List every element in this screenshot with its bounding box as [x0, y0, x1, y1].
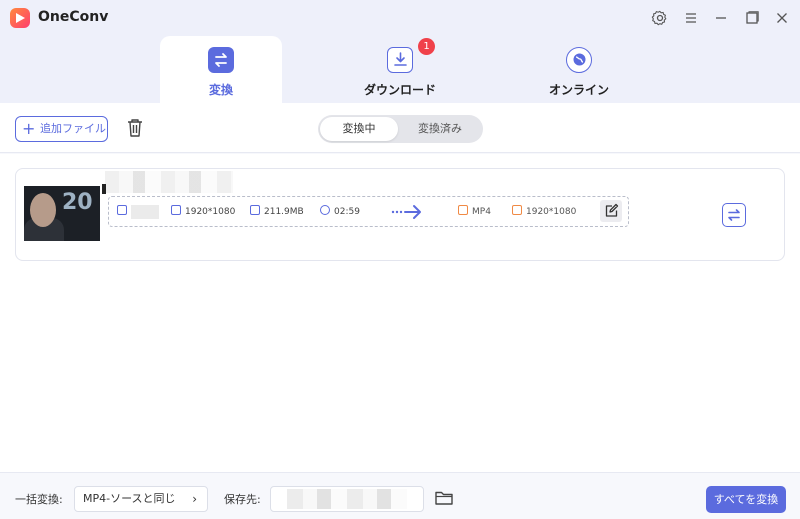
app-logo-icon — [10, 8, 30, 28]
app-title: OneConv — [38, 9, 109, 25]
download-badge: 1 — [418, 38, 435, 55]
thumbnail-text: 20 — [62, 190, 93, 215]
folder-icon[interactable] — [434, 489, 454, 507]
bulk-convert-label: 一括変換: — [15, 493, 63, 506]
monitor-icon — [512, 205, 522, 215]
tab-download-label: ダウンロード — [363, 83, 436, 97]
video-file-icon — [117, 205, 127, 215]
clock-icon — [320, 205, 330, 215]
source-format-blurred — [131, 205, 159, 219]
toolbar: + 追加ファイル 変換中 変換済み — [0, 103, 800, 153]
thumbnail-figure-head — [30, 193, 56, 227]
file-name-blurred — [105, 171, 233, 193]
title-bar: OneConv — [0, 0, 800, 36]
globe-icon — [566, 47, 592, 73]
file-item: 20 1920*1080 211.9MB 02:59 MP4 1920*1080 — [15, 168, 785, 261]
source-size: 211.9MB — [250, 205, 304, 219]
video-thumbnail[interactable]: 20 — [24, 186, 100, 241]
maximize-icon[interactable] — [742, 8, 762, 28]
convert-file-button[interactable] — [722, 203, 746, 227]
menu-icon[interactable] — [681, 8, 701, 28]
source-resolution: 1920*1080 — [171, 205, 235, 219]
source-duration: 02:59 — [320, 205, 360, 219]
trash-icon[interactable] — [124, 116, 146, 140]
output-format: MP4 — [458, 205, 491, 219]
tab-converting[interactable]: 変換中 — [320, 117, 398, 141]
video-file-icon — [458, 205, 468, 215]
edit-button[interactable] — [600, 200, 622, 222]
tab-download[interactable]: ダウンロード — [339, 36, 461, 103]
add-file-label: 追加ファイル — [40, 122, 106, 135]
convert-all-button[interactable]: すべてを変換 — [706, 486, 786, 513]
output-resolution-value: 1920*1080 — [526, 207, 577, 217]
settings-icon[interactable] — [650, 8, 670, 28]
save-location-label: 保存先: — [224, 493, 261, 506]
monitor-icon — [171, 205, 181, 215]
tab-online[interactable]: オンライン — [518, 36, 640, 103]
status-segmented-control: 変換中 変換済み — [318, 115, 483, 143]
source-duration-value: 02:59 — [334, 207, 360, 217]
close-icon[interactable] — [772, 8, 792, 28]
chevron-right-icon: › — [192, 492, 197, 506]
plus-icon: + — [22, 119, 36, 138]
source-size-value: 211.9MB — [264, 207, 304, 217]
add-file-button[interactable]: + 追加ファイル — [15, 116, 108, 142]
save-path-blurred — [287, 489, 407, 509]
file-list: 20 1920*1080 211.9MB 02:59 MP4 1920*1080 — [0, 154, 800, 472]
arrow-right-icon — [391, 203, 423, 221]
storage-icon — [250, 205, 260, 215]
download-icon — [387, 47, 413, 73]
bulk-format-value: MP4-ソースと同じ — [83, 492, 176, 505]
tab-convert[interactable]: 変換 — [160, 36, 282, 103]
output-resolution: 1920*1080 — [512, 205, 576, 219]
bottom-bar: 一括変換: MP4-ソースと同じ › 保存先: すべてを変換 — [0, 472, 800, 519]
tab-convert-label: 変換 — [208, 83, 233, 97]
source-resolution-value: 1920*1080 — [185, 207, 236, 217]
minimize-icon[interactable] — [711, 8, 731, 28]
tab-converted[interactable]: 変換済み — [401, 117, 479, 141]
convert-arrows-icon — [208, 47, 234, 73]
main-tabs: 変換 ダウンロード 1 オンライン — [0, 36, 800, 103]
output-format-value: MP4 — [472, 207, 491, 217]
file-name-marker — [102, 184, 106, 194]
tab-online-label: オンライン — [548, 83, 609, 97]
source-format — [117, 205, 159, 219]
bulk-format-select[interactable]: MP4-ソースと同じ › — [74, 486, 208, 512]
save-location-input[interactable] — [270, 486, 424, 512]
conversion-specs: 1920*1080 211.9MB 02:59 MP4 1920*1080 — [108, 196, 629, 227]
